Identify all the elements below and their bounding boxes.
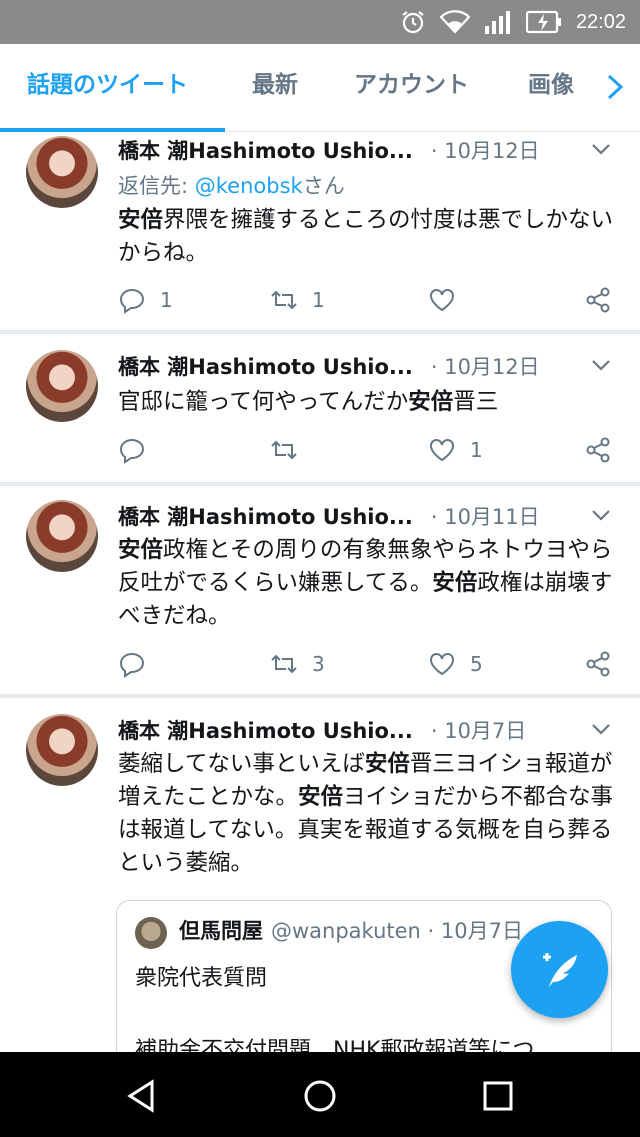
retweet-icon bbox=[271, 440, 297, 460]
heart-icon bbox=[430, 653, 454, 676]
avatar[interactable] bbox=[26, 136, 98, 208]
author-name: 橋本 潮Hashimoto Ushio... bbox=[118, 505, 413, 529]
reply-to: 返信先: @kenobskさん bbox=[118, 174, 345, 198]
tweet-text: 安倍政権とその周りの有象無象やらネトウヨやら反吐がでるくらい嫌悪してる。安倍政権… bbox=[118, 537, 613, 629]
reply-count: 1 bbox=[160, 288, 173, 312]
tweet-date: · 10月11日 bbox=[430, 505, 540, 529]
author-name: 橋本 潮Hashimoto Ushio... bbox=[118, 719, 413, 743]
reply-icon bbox=[119, 288, 145, 314]
avatar[interactable] bbox=[26, 714, 98, 786]
like-count: 5 bbox=[470, 652, 483, 676]
wifi-icon bbox=[439, 10, 470, 34]
like-button[interactable]: 1 bbox=[428, 430, 483, 470]
compose-tweet-button[interactable] bbox=[511, 921, 608, 1018]
reply-button[interactable] bbox=[118, 644, 160, 684]
back-icon[interactable] bbox=[124, 1078, 160, 1114]
tweet[interactable]: 橋本 潮Hashimoto Ushio... · 10月12日 官邸に籠って何や… bbox=[0, 334, 640, 482]
chevron-down-icon[interactable] bbox=[590, 354, 612, 376]
android-nav-bar bbox=[0, 1052, 640, 1137]
share-button[interactable] bbox=[584, 430, 612, 470]
tab-accounts[interactable]: アカウント bbox=[354, 44, 469, 130]
compose-tweet-icon bbox=[543, 953, 577, 987]
share-button[interactable] bbox=[584, 280, 612, 320]
tab-top-tweets[interactable]: 話題のツイート bbox=[27, 44, 188, 130]
like-count: 1 bbox=[470, 438, 483, 462]
tweet-feed: 橋本 潮Hashimoto Ushio... · 10月12日 返信先: @ke… bbox=[0, 132, 640, 1052]
author-name: 橋本 潮Hashimoto Ushio... bbox=[118, 139, 413, 163]
avatar[interactable] bbox=[26, 500, 98, 572]
retweet-button[interactable] bbox=[270, 430, 312, 470]
chevron-right-icon[interactable] bbox=[600, 70, 630, 104]
status-bar: 22:02 bbox=[0, 0, 640, 44]
like-button[interactable]: 5 bbox=[428, 644, 483, 684]
battery-charging-icon bbox=[525, 10, 561, 34]
share-button[interactable] bbox=[584, 644, 612, 684]
chevron-down-icon[interactable] bbox=[590, 504, 612, 526]
share-icon bbox=[586, 437, 610, 463]
tweet-date: · 10月12日 bbox=[430, 139, 540, 163]
signal-icon bbox=[484, 11, 510, 34]
retweet-button[interactable]: 3 bbox=[270, 644, 325, 684]
tweet-date: · 10月7日 bbox=[430, 719, 527, 743]
quoted-author-name: 但馬問屋 bbox=[179, 919, 263, 943]
status-time: 22:02 bbox=[575, 10, 626, 33]
heart-icon bbox=[430, 289, 454, 312]
heart-icon bbox=[430, 439, 454, 462]
reply-handle-link[interactable]: @kenobsk bbox=[195, 174, 303, 198]
reply-button[interactable]: 1 bbox=[118, 280, 173, 320]
alarm-icon bbox=[402, 11, 424, 34]
search-tabs: 話題のツイート 最新 アカウント 画像 bbox=[0, 44, 640, 132]
retweet-button[interactable]: 1 bbox=[270, 280, 325, 320]
author-name: 橋本 潮Hashimoto Ushio... bbox=[118, 355, 413, 379]
recents-icon[interactable] bbox=[480, 1078, 516, 1114]
chevron-down-icon[interactable] bbox=[590, 718, 612, 740]
quoted-handle-date: @wanpakuten · 10月7日 bbox=[271, 919, 523, 943]
reply-icon bbox=[119, 652, 145, 678]
reply-button[interactable] bbox=[118, 430, 160, 470]
tweet-text: 萎縮してない事といえば安倍晋三ヨイショ報道が増えたことかな。安倍ヨイショだから不… bbox=[118, 751, 614, 876]
tweet-text: 安倍界隈を擁護するところの忖度は悪でしかないからね。 bbox=[118, 207, 614, 266]
retweet-count: 3 bbox=[312, 652, 325, 676]
share-icon bbox=[586, 287, 610, 313]
retweet-icon bbox=[271, 654, 297, 674]
tab-images[interactable]: 画像 bbox=[528, 44, 574, 130]
tweet-date: · 10月12日 bbox=[430, 355, 540, 379]
quoted-avatar bbox=[135, 917, 167, 949]
tweet-text: 官邸に籠って何やってんだか安倍晋三 bbox=[118, 389, 499, 415]
retweet-icon bbox=[271, 290, 297, 310]
avatar[interactable] bbox=[26, 350, 98, 422]
like-button[interactable] bbox=[428, 280, 470, 320]
tweet[interactable]: 橋本 潮Hashimoto Ushio... · 10月11日 安倍政権とその周… bbox=[0, 486, 640, 694]
chevron-down-icon[interactable] bbox=[590, 138, 612, 160]
tab-latest[interactable]: 最新 bbox=[252, 44, 298, 130]
share-icon bbox=[586, 651, 610, 677]
reply-icon bbox=[119, 438, 145, 464]
tweet[interactable]: 橋本 潮Hashimoto Ushio... · 10月12日 返信先: @ke… bbox=[0, 132, 640, 330]
home-icon[interactable] bbox=[302, 1078, 338, 1114]
retweet-count: 1 bbox=[312, 288, 325, 312]
